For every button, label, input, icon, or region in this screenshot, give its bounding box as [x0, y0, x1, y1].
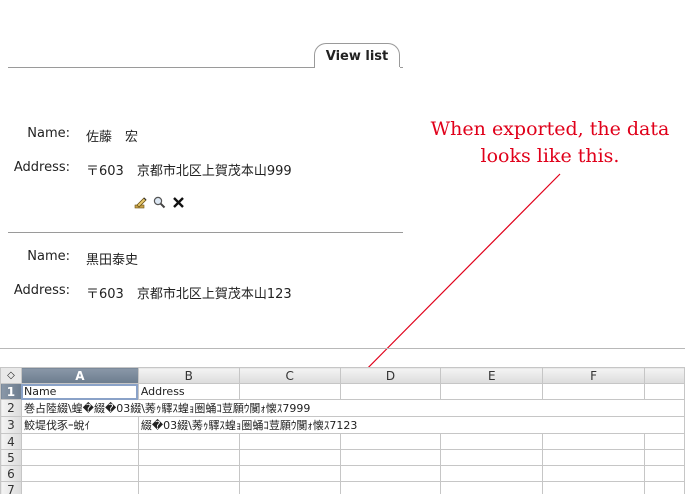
sheet-row: 2 巻占陸綴\蝗�綴�03綴\莠ｩ驛ｽ蝗ｮ圏蛹ｺ荳願ｳ闃ｫ懐ｽ7999	[0, 399, 685, 417]
cell-g5[interactable]	[644, 449, 685, 466]
cell-e6[interactable]	[440, 465, 544, 482]
spreadsheet: ◇ A B C D E F 1 Name Address 2 巻占陸綴\蝗�綴�…	[0, 367, 685, 494]
cell-b1[interactable]: Address	[137, 383, 240, 400]
cell-a7[interactable]	[20, 481, 139, 494]
cell-a4[interactable]	[20, 433, 139, 450]
column-header-extra[interactable]	[644, 367, 685, 384]
cell-c4[interactable]	[238, 433, 341, 450]
row-header-5[interactable]: 5	[0, 449, 22, 466]
cell-e7[interactable]	[440, 481, 544, 494]
sheet-row: 1 Name Address	[0, 383, 685, 400]
cell-d7[interactable]	[339, 481, 442, 494]
column-header-e[interactable]: E	[440, 367, 544, 384]
cell-a6[interactable]	[20, 465, 139, 482]
row-header-3[interactable]: 3	[0, 416, 22, 434]
cell-f6[interactable]	[542, 465, 646, 482]
sheet-row: 3 鮫堤伐豕ｰ蛻ｲ 綴�03綴\莠ｩ驛ｽ蝗ｮ圏蛹ｺ荳願ｳ闃ｫ懐ｽ7123	[0, 416, 685, 434]
cell-b3[interactable]: 綴�03綴\莠ｩ驛ｽ蝗ｮ圏蛹ｺ荳願ｳ闃ｫ懐ｽ7123	[137, 416, 685, 434]
cell-g6[interactable]	[644, 465, 685, 482]
row-header-7[interactable]: 7	[0, 481, 22, 494]
cell-e4[interactable]	[440, 433, 544, 450]
column-header-b[interactable]: B	[137, 367, 240, 384]
cell-a1[interactable]: Name	[20, 383, 139, 400]
column-header-a[interactable]: A	[20, 367, 139, 384]
sheet-row: 6	[0, 465, 685, 482]
row-header-6[interactable]: 6	[0, 465, 22, 482]
cell-g4[interactable]	[644, 433, 685, 450]
cell-c7[interactable]	[238, 481, 341, 494]
column-header-c[interactable]: C	[238, 367, 341, 384]
column-header-f[interactable]: F	[542, 367, 646, 384]
cell-d5[interactable]	[339, 449, 442, 466]
cell-a5[interactable]	[20, 449, 139, 466]
spreadsheet-grid: ◇ A B C D E F 1 Name Address 2 巻占陸綴\蝗�綴�…	[0, 367, 685, 494]
column-header-d[interactable]: D	[339, 367, 442, 384]
cell-g1[interactable]	[644, 383, 685, 400]
row-header-4[interactable]: 4	[0, 433, 22, 450]
cell-c1[interactable]	[238, 383, 341, 400]
cell-f1[interactable]	[542, 383, 646, 400]
cell-c5[interactable]	[238, 449, 341, 466]
cell-f4[interactable]	[542, 433, 646, 450]
cell-b7[interactable]	[137, 481, 240, 494]
cell-c6[interactable]	[238, 465, 341, 482]
cell-d4[interactable]	[339, 433, 442, 450]
cell-e1[interactable]	[440, 383, 544, 400]
sheet-row: 7	[0, 481, 685, 494]
cell-d1[interactable]	[339, 383, 442, 400]
cell-e5[interactable]	[440, 449, 544, 466]
cell-b5[interactable]	[137, 449, 240, 466]
cell-b4[interactable]	[137, 433, 240, 450]
select-all-corner[interactable]: ◇	[0, 367, 22, 384]
row-header-2[interactable]: 2	[0, 399, 22, 417]
cell-g7[interactable]	[644, 481, 685, 494]
spreadsheet-top-border	[0, 348, 685, 349]
cell-b6[interactable]	[137, 465, 240, 482]
row-header-1[interactable]: 1	[0, 383, 22, 400]
cell-f5[interactable]	[542, 449, 646, 466]
cell-d6[interactable]	[339, 465, 442, 482]
sheet-row: 5	[0, 449, 685, 466]
column-header-row: ◇ A B C D E F	[0, 367, 685, 384]
sheet-row: 4	[0, 433, 685, 450]
cell-a3[interactable]: 鮫堤伐豕ｰ蛻ｲ	[20, 416, 139, 434]
cell-a2[interactable]: 巻占陸綴\蝗�綴�03綴\莠ｩ驛ｽ蝗ｮ圏蛹ｺ荳願ｳ闃ｫ懐ｽ7999	[20, 399, 685, 417]
cell-f7[interactable]	[542, 481, 646, 494]
